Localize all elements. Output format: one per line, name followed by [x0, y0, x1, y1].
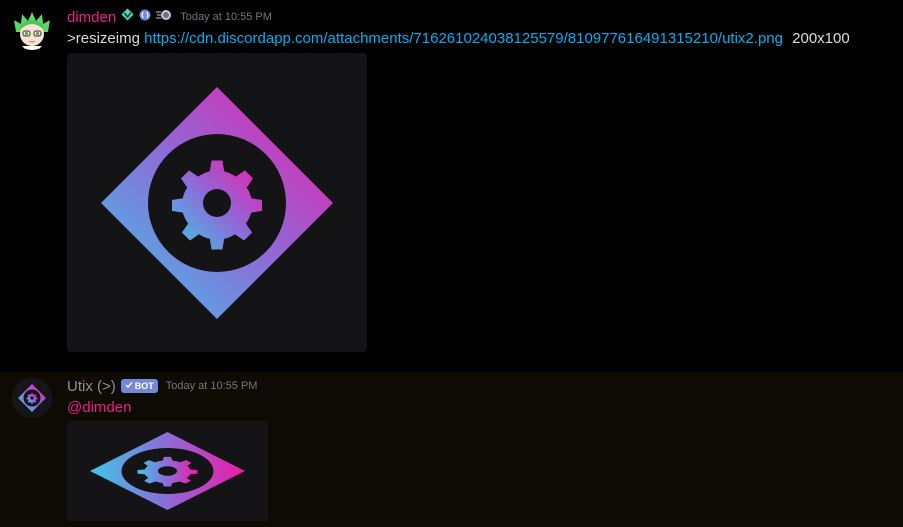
early-supporter-icon[interactable] — [139, 8, 151, 26]
author-name[interactable]: dimden — [67, 9, 116, 26]
attached-image[interactable] — [67, 53, 367, 352]
message-timestamp: Today at 10:55 PM — [165, 380, 258, 392]
hypesquad-balance-icon[interactable] — [121, 8, 134, 26]
nitro-boost-icon[interactable] — [156, 8, 172, 26]
utix-avatar[interactable] — [12, 378, 52, 418]
message-timestamp: Today at 10:55 PM — [180, 11, 272, 23]
message-utix-bot[interactable]: Utix (>) BOT Today at 10:55 PM @dimden — [0, 372, 903, 527]
utix-gear-logo-resized-icon — [67, 421, 268, 521]
message-dimden[interactable]: dimden Today at 10:55 PM >resizeimg http… — [0, 0, 903, 372]
command-text: >resizeimg — [67, 30, 140, 47]
bot-tag-label: BOT — [134, 381, 154, 391]
message-content: @dimden — [67, 398, 131, 418]
dimden-avatar[interactable] — [12, 10, 52, 50]
user-mention[interactable]: @dimden — [67, 399, 131, 416]
utix-gear-logo-icon — [67, 53, 367, 352]
bot-tag: BOT — [120, 379, 158, 393]
attachment-link[interactable]: https://cdn.discordapp.com/attachments/7… — [144, 30, 783, 47]
message-content: >resizeimg https://cdn.discordapp.com/at… — [67, 29, 850, 49]
command-argument: 200x100 — [792, 30, 850, 47]
resized-image[interactable] — [67, 421, 268, 521]
checkmark-icon — [125, 381, 133, 391]
author-name[interactable]: Utix (>) — [67, 378, 116, 395]
